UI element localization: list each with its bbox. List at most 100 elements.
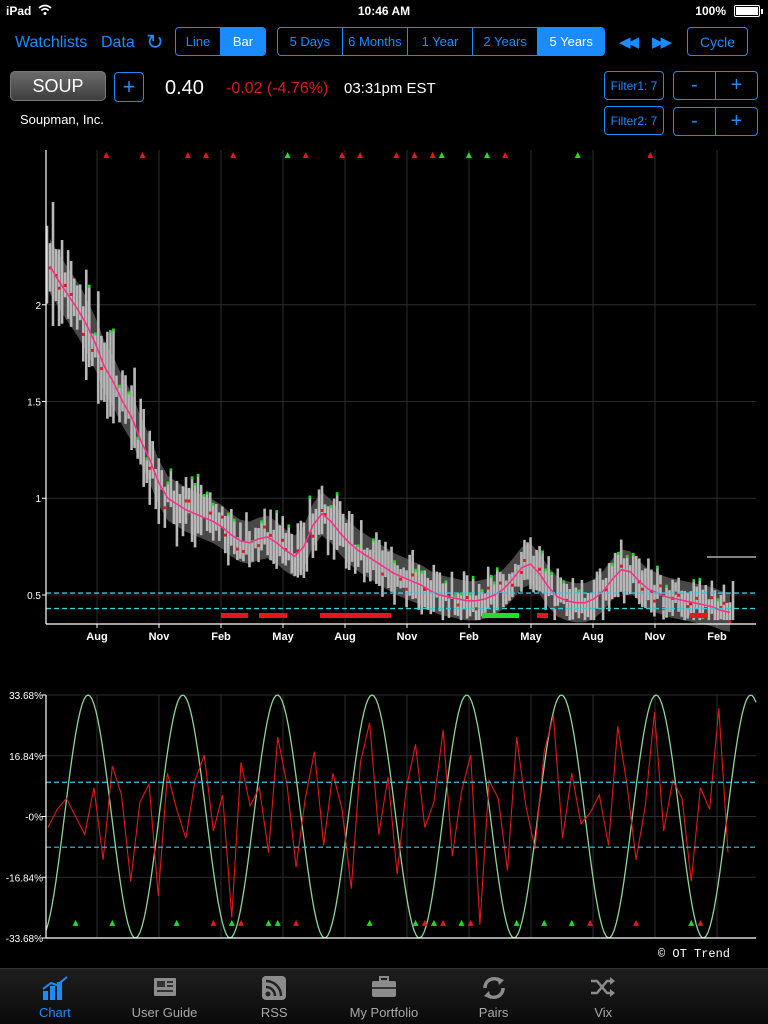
tab-chart[interactable]: Chart [0,969,110,1024]
rewind-icon[interactable]: ◀◀ [619,33,639,51]
close-tick-up [356,544,360,548]
buy-signal-marker [438,152,445,158]
filter2-plus[interactable]: + [716,108,757,135]
close-tick-up [94,332,97,336]
watchlists-link[interactable]: Watchlists [15,34,87,52]
tab-vix[interactable]: Vix [548,969,658,1024]
cycle-button[interactable]: Cycle [687,27,748,56]
range-1-year[interactable]: 1 Year [408,28,473,55]
close-tick-down [223,533,227,537]
buy-signal-marker [465,152,472,158]
close-tick-down [242,550,245,554]
signal-bar [537,613,548,618]
y-tick-label: 1 [35,494,41,505]
price-chart[interactable]: Aug Nov Feb May Aug Nov Feb May Aug Nov Feb 2 1.5 1 0.… [0,140,768,650]
sell-signal-marker [502,152,509,158]
oscillator-chart[interactable]: 33.68% 16.84% -0% -16.84% -33.68% [0,680,768,970]
sell-signal-marker [633,919,640,926]
close-tick-up [610,562,614,566]
filter1-plus[interactable]: + [716,72,757,99]
close-tick-up [414,568,417,572]
close-tick-down [695,596,699,600]
filter1-minus[interactable]: - [674,72,716,99]
close-tick-down [486,586,490,590]
tab-my-portfolio[interactable]: My Portfolio [329,969,439,1024]
range-5-days[interactable]: 5 Days [278,28,343,55]
close-tick-up [202,494,206,498]
close-tick-down [100,367,103,371]
sell-signal-marker [339,152,345,158]
tab-user-guide-label: User Guide [131,1005,198,1020]
close-tick-up [372,538,375,542]
signal-bar [259,613,287,618]
tab-bar: Chart User Guide RSS My Portfolio Pairs … [0,968,768,1024]
close-tick-up [492,581,496,585]
sell-signal-marker [230,152,237,158]
close-tick-up [227,512,230,516]
x-tick-label: Feb [707,631,727,643]
close-tick-down [184,499,188,503]
buy-signal-marker [72,919,79,926]
close-tick-down [220,515,224,519]
close-tick-up [541,550,544,554]
close-tick-down [69,292,73,296]
data-link[interactable]: Data [101,34,135,52]
x-tick-label: Aug [582,631,603,643]
tab-pairs[interactable]: Pairs [439,969,549,1024]
refresh-icon[interactable]: ↻ [146,30,164,55]
fast-forward-icon[interactable]: ▶▶ [652,33,672,51]
quote-time: 03:31pm EST [344,80,436,97]
close-tick-up [193,482,197,486]
chart-type-bar[interactable]: Bar [221,28,265,55]
close-tick-up [665,584,668,588]
range-2-years[interactable]: 2 Years [473,28,539,55]
close-tick-down [677,593,680,597]
close-tick-up [145,457,149,461]
chart-type-line[interactable]: Line [176,28,221,55]
close-tick-up [260,520,263,524]
signal-bar [221,613,248,618]
symbol-button[interactable]: SOUP [10,71,106,101]
close-tick-up [308,495,312,499]
filter2-minus[interactable]: - [674,108,716,135]
sell-signal-marker [293,919,300,926]
tab-vix-label: Vix [594,1005,613,1020]
filter1-button[interactable]: Filter1: 7 [604,71,664,100]
close-tick-up [166,481,170,485]
close-tick-down [520,570,523,574]
buy-signal-marker [458,919,465,926]
close-tick-down [57,286,61,290]
chart-icon [41,975,69,1005]
battery-level [736,7,758,15]
filter1-stepper: - + [673,71,758,100]
close-tick-up [616,551,620,555]
close-tick-up [698,577,702,581]
briefcase-icon [370,975,398,1005]
tab-rss[interactable]: RSS [219,969,329,1024]
tab-user-guide[interactable]: User Guide [110,969,220,1024]
add-button[interactable]: + [114,72,144,102]
close-tick-up [169,468,173,472]
price-change: -0.02 (-4.76%) [226,80,329,97]
filter2-button[interactable]: Filter2: 7 [604,106,664,135]
close-tick-up [211,502,215,506]
close-tick-down [722,601,726,605]
chart-type-selector: Line Bar [175,27,266,56]
close-tick-up [233,518,236,522]
range-6-months[interactable]: 6 Months [343,28,409,55]
company-name: Soupman, Inc. [20,112,104,127]
y-tick-label: -16.84% [6,873,43,884]
close-tick-up [109,329,112,333]
close-tick-up [550,571,553,575]
buy-signal-marker [513,919,520,926]
x-tick-label: May [520,631,542,643]
x-tick-label: Nov [645,631,667,643]
tab-rss-label: RSS [260,1005,288,1020]
close-tick-up [480,589,484,593]
close-tick-down [63,283,67,287]
range-5-years[interactable]: 5 Years [538,28,604,55]
buy-signal-marker [541,919,548,926]
signal-bar [320,613,391,618]
sell-signal-marker [139,152,146,158]
buy-signal-marker [412,919,419,926]
